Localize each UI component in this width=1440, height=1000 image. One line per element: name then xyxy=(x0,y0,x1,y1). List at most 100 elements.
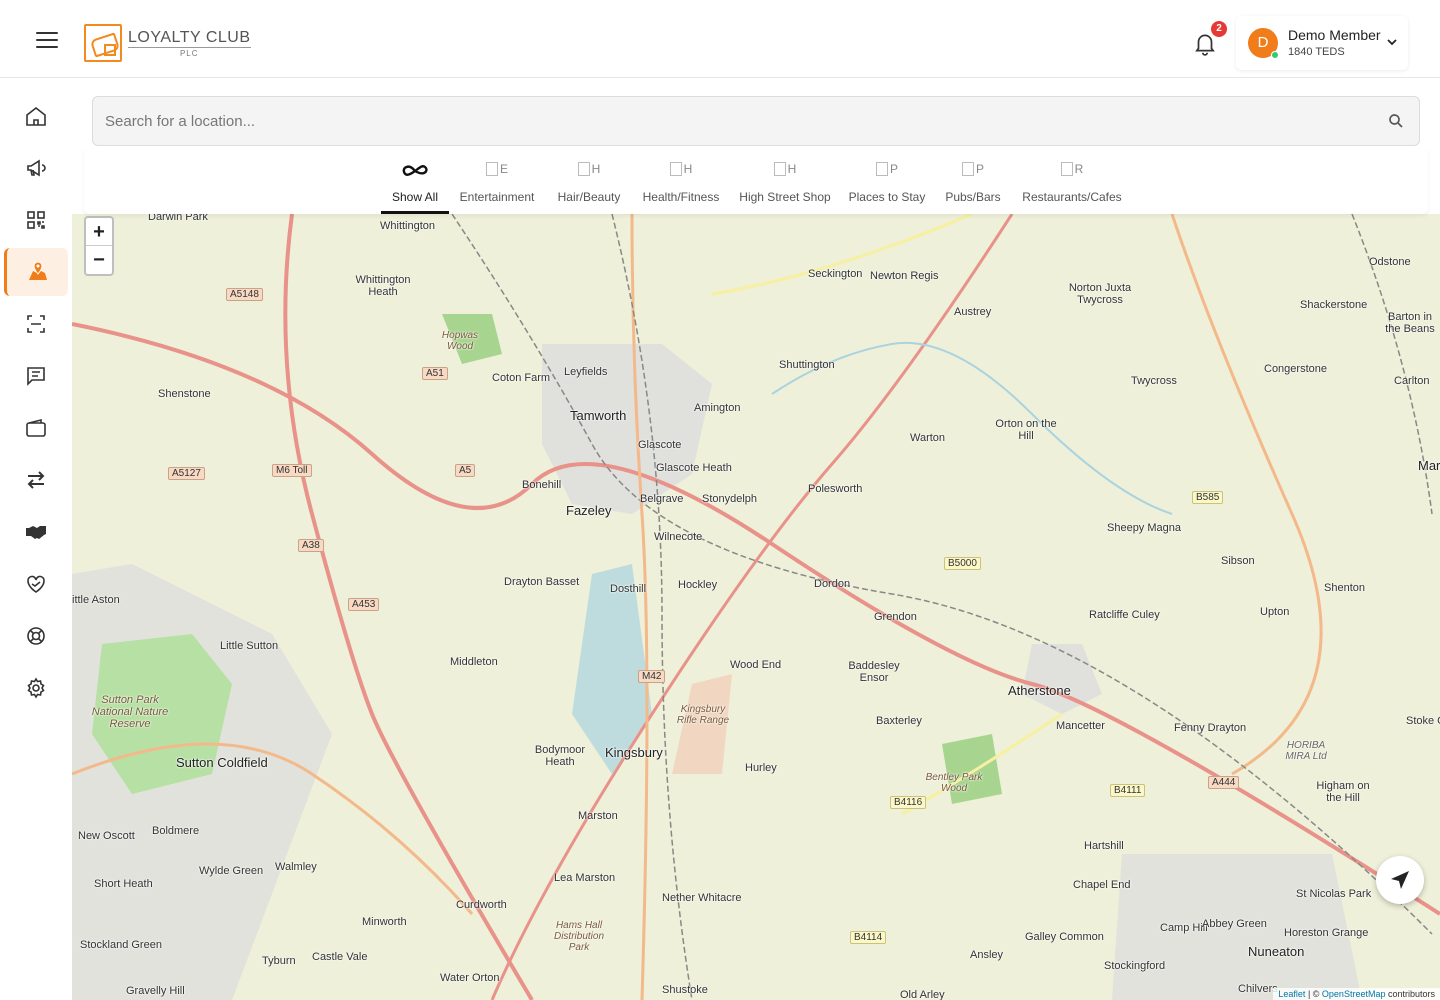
map-place-label: Orton on the Hill xyxy=(995,418,1057,442)
user-name: Demo Member xyxy=(1288,27,1381,43)
sidebar-item-scan[interactable] xyxy=(4,300,68,348)
map-place-label: Tyburn xyxy=(262,955,296,967)
map-place-label: Stockland Green xyxy=(80,939,162,951)
map-place-label: Boldmere xyxy=(152,825,200,837)
map-place-label: Horeston Grange xyxy=(1284,927,1369,939)
sidebar-item-partners[interactable] xyxy=(4,508,68,556)
sidebar-item-promotions[interactable] xyxy=(4,144,68,192)
map-feature-label: Bentley Park Wood xyxy=(925,772,983,794)
map-place-label: Little Sutton xyxy=(220,640,279,652)
map-feature-label: Hopwas Wood xyxy=(441,330,479,352)
zoom-out-button[interactable]: − xyxy=(86,246,112,274)
road-label: M42 xyxy=(638,670,666,683)
map-place-label: Nuneaton xyxy=(1248,944,1305,959)
map-place-label: Drayton Basset xyxy=(504,576,580,588)
map-place-label: Barton in the Beans xyxy=(1385,311,1435,335)
osm-link[interactable]: OpenStreetMap xyxy=(1322,989,1386,999)
map-place-label: Mancetter xyxy=(1056,720,1105,732)
location-search xyxy=(92,96,1420,146)
category-entertainment[interactable]: E Entertainment xyxy=(456,148,538,214)
wallet-icon xyxy=(26,418,46,437)
sidebar-item-messages[interactable] xyxy=(4,352,68,400)
category-pubs-bars[interactable]: P Pubs/Bars xyxy=(942,148,1004,214)
map-place-label: Twycross xyxy=(1131,375,1177,387)
map-place-label: Atherstone xyxy=(1008,683,1071,698)
map-place-label: Odstone xyxy=(1369,256,1411,268)
category-hair-beauty[interactable]: H Hair/Beauty xyxy=(554,148,624,214)
logo-title: LOYALTY CLUB xyxy=(128,28,251,46)
map-place-label: St Nicolas Park xyxy=(1296,888,1372,900)
sidebar-item-settings[interactable] xyxy=(4,664,68,712)
home-icon xyxy=(26,106,46,126)
map-feature-label: HORIBA MIRA Ltd xyxy=(1285,740,1327,762)
road-label: A444 xyxy=(1208,776,1240,789)
map-place-label: Amington xyxy=(694,402,741,414)
zoom-in-button[interactable]: + xyxy=(86,218,112,246)
pubs-bars-icon: P xyxy=(961,162,984,190)
search-icon[interactable] xyxy=(1387,112,1405,130)
restaurants-cafes-icon: R xyxy=(1060,162,1083,190)
sidebar-item-support[interactable] xyxy=(4,612,68,660)
map-place-label: Bodymoor Heath xyxy=(534,744,586,768)
map-place-label: Stockingford xyxy=(1104,960,1166,972)
map-place-label: Walmley xyxy=(275,861,317,873)
brand-logo[interactable]: LOYALTY CLUB PLC xyxy=(84,24,251,62)
qr-code-icon xyxy=(27,211,45,229)
sidebar-item-qr[interactable] xyxy=(4,196,68,244)
entertainment-icon: E xyxy=(485,162,508,190)
map-place-label: Stoke Gold xyxy=(1406,715,1440,727)
road-label: A453 xyxy=(348,598,380,611)
category-label: Health/Fitness xyxy=(642,190,720,204)
online-status-dot xyxy=(1271,51,1279,59)
zoom-control: + − xyxy=(84,216,114,276)
map-place-label: Sibson xyxy=(1221,555,1255,567)
locate-me-button[interactable] xyxy=(1376,856,1424,904)
map-place-label: Wood End xyxy=(730,659,782,671)
megaphone-icon xyxy=(27,159,46,177)
map-place-label: Nether Whitacre xyxy=(662,892,742,904)
user-menu[interactable]: D Demo Member 1840 TEDS xyxy=(1236,16,1408,70)
map-place-label: Dordon xyxy=(814,578,851,590)
map-place-label: Higham on the Hill xyxy=(1316,780,1370,804)
sidebar-item-map[interactable] xyxy=(4,248,68,296)
search-input[interactable] xyxy=(105,97,1375,145)
sidebar-item-transfer[interactable] xyxy=(4,456,68,504)
map-place-label: New Oscott xyxy=(78,830,135,842)
map-place-label: Hartshill xyxy=(1084,840,1124,852)
map-place-label: Wilnecote xyxy=(654,531,703,543)
map-place-label: Dosthill xyxy=(610,583,647,595)
category-filter-bar: Show All E Entertainment H Hair/Beauty H… xyxy=(84,148,1428,214)
map-place-label: Ansley xyxy=(970,949,1004,961)
category-label: Pubs/Bars xyxy=(945,190,1001,204)
category-label: High Street Shop xyxy=(739,190,831,204)
map-view[interactable]: + − Tamworth Fazeley Atherstone Kingsbur… xyxy=(72,214,1440,1000)
category-label: Restaurants/Cafes xyxy=(1022,190,1122,204)
category-health-fitness[interactable]: H Health/Fitness xyxy=(640,148,722,214)
map-place-label: Whittington Heath xyxy=(355,274,411,298)
leaflet-link[interactable]: Leaflet xyxy=(1278,989,1305,999)
sidebar-item-wallet[interactable] xyxy=(4,404,68,452)
category-label: Places to Stay xyxy=(848,190,926,204)
map-place-label: Fenny Drayton xyxy=(1174,722,1247,734)
map-place-label: Old Arley xyxy=(900,989,945,1000)
category-high-street-shop[interactable]: H High Street Shop xyxy=(739,148,831,214)
app-header: LOYALTY CLUB PLC 2 D Demo Member 1840 TE… xyxy=(0,0,1440,78)
map-place-label: Grendon xyxy=(874,611,917,623)
category-show-all[interactable]: Show All xyxy=(381,148,449,214)
road-label: A5 xyxy=(455,464,476,477)
sidebar-item-home[interactable] xyxy=(4,92,68,140)
category-label: Show All xyxy=(391,190,439,204)
sidebar-item-charity[interactable] xyxy=(4,560,68,608)
map-place-label: Norton Juxta Twycross xyxy=(1068,282,1132,306)
map-place-label: Castle Vale xyxy=(312,951,368,963)
category-places-to-stay[interactable]: P Places to Stay xyxy=(848,148,926,214)
category-restaurants-cafes[interactable]: R Restaurants/Cafes xyxy=(1022,148,1122,214)
category-label: Hair/Beauty xyxy=(557,190,621,204)
menu-toggle-icon[interactable] xyxy=(36,32,58,48)
map-place-label: Upton xyxy=(1260,606,1290,618)
map-place-label: Seckington xyxy=(808,268,863,280)
map-place-label: Fazeley xyxy=(566,503,612,518)
map-place-label: Sheepy Magna xyxy=(1107,522,1181,534)
road-label: A5148 xyxy=(226,288,263,301)
health-fitness-icon: H xyxy=(669,162,692,190)
